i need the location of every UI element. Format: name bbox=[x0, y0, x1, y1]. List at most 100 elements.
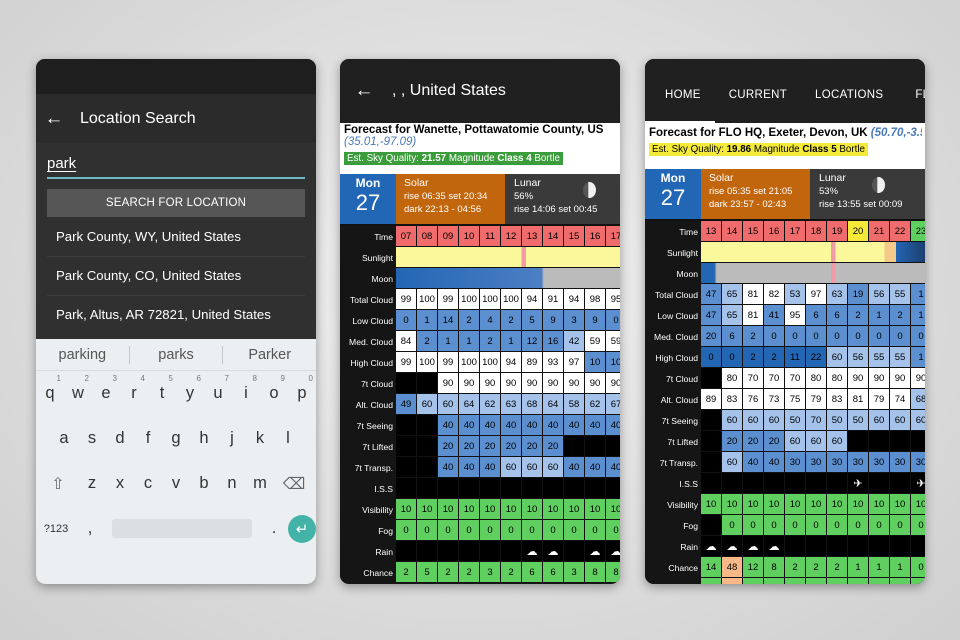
row-label: Fog bbox=[645, 515, 701, 536]
day-badge: Mon 27 bbox=[340, 174, 396, 224]
tab-flo[interactable]: FLO bbox=[897, 83, 925, 123]
key-k[interactable]: k bbox=[246, 429, 274, 448]
forecast-cell: 65 bbox=[722, 284, 743, 305]
tab-locations[interactable]: LOCATIONS bbox=[801, 83, 897, 123]
forecast-cell: 12 bbox=[743, 557, 764, 578]
forecast-cell: 99 bbox=[438, 289, 459, 310]
forecast-cell: 16 bbox=[764, 221, 785, 242]
key-f[interactable]: f bbox=[134, 429, 162, 448]
key-j[interactable]: j bbox=[218, 429, 246, 448]
tab-current[interactable]: CURRENT bbox=[715, 83, 801, 123]
forecast-cell: 0 bbox=[564, 520, 585, 541]
location-result[interactable]: Park County, WY, United States bbox=[47, 217, 305, 257]
row-label: Moon bbox=[340, 268, 396, 289]
suggestion-1[interactable]: parking bbox=[36, 347, 129, 363]
row-label: Rain bbox=[340, 541, 396, 562]
key-n[interactable]: n bbox=[218, 474, 246, 493]
key-s[interactable]: s bbox=[78, 429, 106, 448]
key-b[interactable]: b bbox=[190, 474, 218, 493]
key-z[interactable]: z bbox=[78, 474, 106, 493]
key-u[interactable]: u7 bbox=[204, 374, 232, 403]
forecast-cell: 20 bbox=[722, 431, 743, 452]
key-w[interactable]: w2 bbox=[64, 374, 92, 403]
key-c[interactable]: c bbox=[134, 474, 162, 493]
period-key[interactable]: . bbox=[260, 519, 288, 538]
forecast-cell: 40 bbox=[459, 415, 480, 436]
forecast-row: Low Cloud 0 1 14 2 4 2 5 9 3 9 0 bbox=[340, 310, 620, 331]
forecast-cell: 59 bbox=[585, 331, 606, 352]
forecast-row: Chance 14 48 12 8 2 2 2 1 1 1 0 bbox=[645, 557, 925, 578]
search-input[interactable]: park bbox=[47, 153, 305, 179]
forecast-row: Fog 0 0 0 0 0 0 0 0 0 0 0 bbox=[340, 520, 620, 541]
key-g[interactable]: g bbox=[162, 429, 190, 448]
forecast-cell: 11 bbox=[785, 347, 806, 368]
forecast-cell: 42 bbox=[564, 331, 585, 352]
space-bar[interactable] bbox=[112, 519, 252, 538]
forecast-cell: 40 bbox=[564, 415, 585, 436]
back-arrow-icon[interactable]: ← bbox=[38, 108, 70, 130]
key-p[interactable]: p0 bbox=[288, 374, 316, 403]
numbers-key[interactable]: ?123 bbox=[36, 523, 76, 535]
key-e[interactable]: e3 bbox=[92, 374, 120, 403]
row-label: Alt. Cloud bbox=[645, 389, 701, 410]
key-q[interactable]: q1 bbox=[36, 374, 64, 403]
enter-icon[interactable]: ↵ bbox=[288, 514, 316, 543]
forecast-row: 7t Seeing 60 60 60 50 70 50 50 60 60 60 bbox=[645, 410, 925, 431]
forecast-cell: 63 bbox=[827, 284, 848, 305]
shift-icon[interactable]: ⇧ bbox=[38, 474, 78, 494]
key-l[interactable]: l bbox=[274, 429, 302, 448]
forecast-cell: 55 bbox=[890, 347, 911, 368]
sunlight-band bbox=[396, 247, 620, 268]
day-summary: Mon 27 Solar rise 06:35 set 20:34 dark 22:1… bbox=[340, 174, 620, 226]
back-arrow-icon[interactable]: ← bbox=[348, 80, 380, 102]
key-r[interactable]: r4 bbox=[120, 374, 148, 403]
key-x[interactable]: x bbox=[106, 474, 134, 493]
key-o[interactable]: o9 bbox=[260, 374, 288, 403]
forecast-cell: 50 bbox=[848, 410, 869, 431]
suggestion-2[interactable]: parks bbox=[130, 347, 223, 363]
forecast-cell: 80 bbox=[806, 368, 827, 389]
forecast-cell: 0.2 bbox=[743, 578, 764, 584]
location-result[interactable]: Park County, CO, United States bbox=[47, 257, 305, 296]
forecast-row: Total Cloud 47 65 81 82 53 97 63 19 56 55 1 bbox=[645, 284, 925, 305]
coordinates: (35.01,-97.09) bbox=[344, 136, 417, 148]
coordinates: (50.70,-3.52) bbox=[870, 127, 922, 139]
forecast-row: Fog 0 0 0 0 0 0 0 0 0 0 bbox=[645, 515, 925, 536]
key-a[interactable]: a bbox=[50, 429, 78, 448]
key-t[interactable]: t5 bbox=[148, 374, 176, 403]
key-y[interactable]: y6 bbox=[176, 374, 204, 403]
forecast-cell: 60 bbox=[890, 410, 911, 431]
forecast-cell: 62 bbox=[480, 394, 501, 415]
forecast-cell: 64 bbox=[543, 394, 564, 415]
forecast-cell: 20 bbox=[543, 436, 564, 457]
key-h[interactable]: h bbox=[190, 429, 218, 448]
key-i[interactable]: i8 bbox=[232, 374, 260, 403]
forecast-cell: 9 bbox=[543, 310, 564, 331]
forecast-cell: 1 bbox=[869, 305, 890, 326]
forecast-cell: 97 bbox=[806, 284, 827, 305]
forecast-cell: 0 bbox=[480, 520, 501, 541]
key-m[interactable]: m bbox=[246, 474, 274, 493]
forecast-cell: 1 bbox=[890, 557, 911, 578]
forecast-cell: 30 bbox=[806, 452, 827, 473]
forecast-cell: 10 bbox=[501, 499, 522, 520]
forecast-cell: 2 bbox=[501, 562, 522, 583]
forecast-cell: 4 bbox=[480, 310, 501, 331]
forecast-cell bbox=[564, 436, 585, 457]
forecast-cell: 90 bbox=[543, 373, 564, 394]
tab-home[interactable]: HOME bbox=[645, 83, 715, 123]
key-v[interactable]: v bbox=[162, 474, 190, 493]
forecast-row: Alt. Cloud 49 60 60 64 62 63 68 64 58 62 67 bbox=[340, 394, 620, 415]
backspace-icon[interactable]: ⌫ bbox=[274, 474, 314, 494]
forecast-cell: 10 bbox=[396, 499, 417, 520]
key-d[interactable]: d bbox=[106, 429, 134, 448]
rain-cloud-icon: ☁ bbox=[522, 541, 543, 562]
location-result[interactable]: Park, Altus, AR 72821, United States bbox=[47, 296, 305, 322]
comma-key[interactable]: , bbox=[76, 519, 104, 538]
suggestion-3[interactable]: Parker bbox=[223, 347, 316, 363]
forecast-row: 7t Transp. 60 40 40 30 30 30 30 30 30 30 bbox=[645, 452, 925, 473]
forecast-cell: 0 bbox=[911, 326, 925, 347]
forecast-cell: 0.6 bbox=[722, 578, 743, 584]
forecast-cell bbox=[564, 478, 585, 499]
search-for-location-button[interactable]: SEARCH FOR LOCATION bbox=[47, 189, 305, 217]
